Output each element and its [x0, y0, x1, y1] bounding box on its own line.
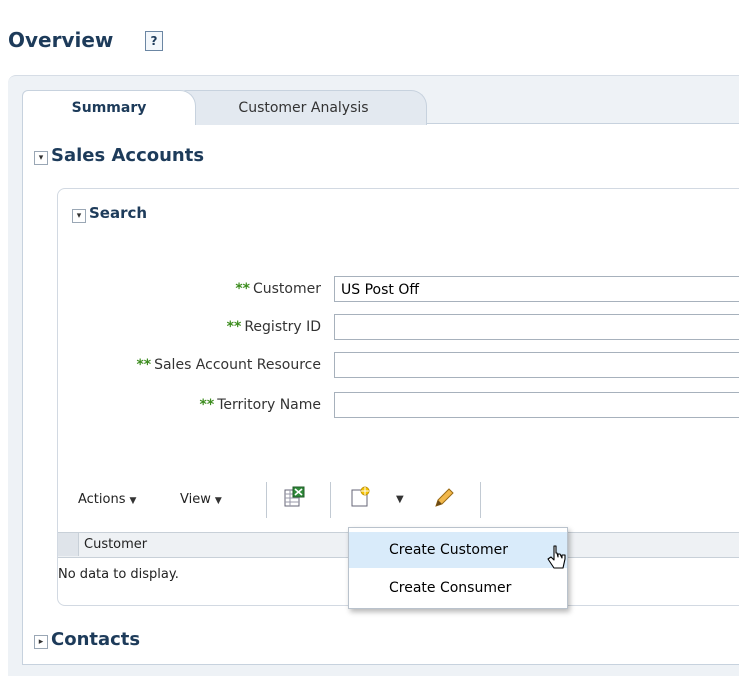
field-label-sales-account-resource: ** Sales Account Resource	[136, 357, 321, 373]
empty-table-message: No data to display.	[58, 567, 179, 582]
required-marker: **	[226, 319, 242, 335]
help-icon[interactable]: ?	[145, 31, 163, 51]
dropdown-arrow-icon: ▼	[129, 496, 137, 506]
search-title: Search	[89, 204, 148, 222]
expand-icon[interactable]: ▸	[34, 635, 48, 649]
field-label-customer: ** Customer	[235, 281, 321, 297]
create-dropdown-arrow-icon[interactable]: ▼	[396, 494, 404, 505]
create-icon[interactable]	[350, 486, 372, 512]
create-menu-popup: Create Customer Create Consumer	[348, 527, 568, 609]
actions-menu[interactable]: Actions ▼	[78, 492, 136, 507]
toolbar-separator	[266, 482, 267, 518]
dropdown-arrow-icon: ▼	[214, 496, 222, 506]
required-marker: **	[235, 281, 250, 297]
export-to-excel-icon[interactable]	[284, 486, 306, 512]
required-marker: **	[136, 357, 152, 373]
page-title: Overview	[8, 28, 114, 52]
collapse-icon[interactable]: ▾	[34, 151, 48, 165]
section-title-sales-accounts: Sales Accounts	[51, 145, 205, 166]
tab-customer-analysis[interactable]: Customer Analysis	[180, 90, 427, 125]
column-header-customer[interactable]: Customer	[84, 537, 147, 552]
menu-item-create-consumer[interactable]: Create Consumer	[349, 570, 567, 606]
field-label-territory-name: ** Territory Name	[199, 397, 321, 413]
tab-label: Customer Analysis	[238, 100, 369, 116]
section-title-contacts: Contacts	[51, 629, 141, 650]
edit-pencil-icon[interactable]	[432, 486, 456, 514]
toolbar-separator	[480, 482, 481, 518]
sales-account-resource-input[interactable]	[334, 352, 739, 378]
customer-input[interactable]: US Post Off	[334, 276, 739, 302]
tab-summary[interactable]: Summary	[22, 90, 196, 125]
registry-id-input[interactable]	[334, 314, 739, 340]
tab-label: Summary	[71, 100, 147, 116]
menu-item-create-customer[interactable]: Create Customer	[349, 532, 567, 568]
required-marker: **	[199, 397, 215, 413]
collapse-icon[interactable]: ▾	[72, 209, 86, 223]
row-selector-header	[58, 533, 79, 556]
mouse-cursor-icon	[546, 544, 568, 580]
toolbar-separator	[330, 482, 331, 518]
field-label-registry-id: ** Registry ID	[226, 319, 321, 335]
view-menu[interactable]: View ▼	[180, 492, 222, 507]
territory-name-input[interactable]	[334, 392, 739, 418]
